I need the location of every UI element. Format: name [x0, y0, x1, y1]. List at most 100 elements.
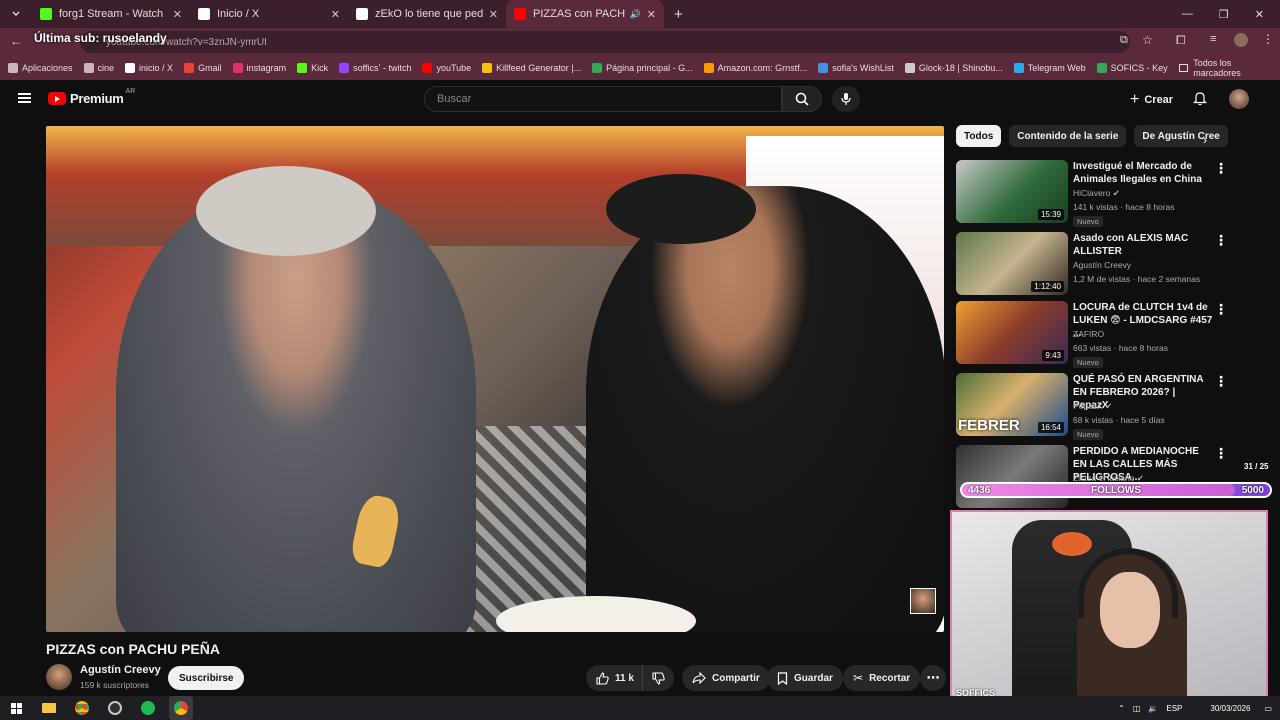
subscribe-button[interactable]: Suscribirse [168, 666, 245, 690]
bookmark-item[interactable]: Gmail [184, 63, 222, 73]
recommendation-title[interactable]: Asado con ALEXIS MAC ALLISTER [1073, 232, 1213, 258]
bookmark-item[interactable]: Aplicaciones [8, 63, 73, 73]
bookmark-item[interactable]: youTube [422, 63, 471, 73]
bookmark-item[interactable]: SOFICS - Key [1096, 63, 1168, 73]
network-icon[interactable]: ◫ [1133, 704, 1141, 713]
tab-close-icon[interactable]: ✕ [647, 8, 656, 21]
close-window-icon[interactable]: ✕ [1255, 8, 1264, 21]
voice-search-button[interactable] [832, 86, 860, 112]
minimize-icon[interactable]: — [1182, 8, 1193, 21]
extensions-icon[interactable]: ⧠ [1176, 33, 1186, 48]
bookmark-item[interactable]: Amazon.com: Grnstf... [703, 63, 807, 73]
tab-close-icon[interactable]: ✕ [489, 8, 498, 21]
filter-chip[interactable]: Contenido de la serie [1009, 125, 1127, 147]
video-thumbnail[interactable]: 9:43 [956, 301, 1068, 364]
browser-tab[interactable]: PIZZAS con PACHU PEÑA 🔊 ✕ [506, 0, 664, 28]
language-indicator[interactable]: ESP [1166, 704, 1182, 713]
more-options-icon[interactable]: ⋮ [1214, 160, 1228, 177]
bookmark-star-icon[interactable]: ☆ [1142, 33, 1153, 47]
notifications-icon[interactable]: ▭ [1264, 704, 1272, 713]
video-thumbnail[interactable]: 1:12:40 [956, 232, 1068, 295]
tray-chevron-icon[interactable]: ⌃ [1118, 704, 1125, 713]
clock-date[interactable]: 30/03/2026 [1210, 704, 1250, 713]
dislike-button[interactable] [642, 665, 674, 691]
create-button[interactable]: + Crear [1130, 91, 1173, 109]
new-tab-button[interactable]: + [674, 6, 683, 23]
hamburger-menu-icon[interactable] [18, 93, 31, 103]
bookmark-label: Gmail [198, 63, 222, 73]
browser-tab[interactable]: forg1 Stream - Watch Live on K ✕ [32, 0, 190, 28]
bookmark-label: SOFICS - Key [1110, 63, 1168, 73]
recommendation-channel: HiClavero ✔ [1073, 188, 1120, 199]
more-options-icon[interactable]: ⋮ [1214, 301, 1228, 318]
chrome-icon[interactable] [70, 696, 94, 720]
more-options-icon[interactable]: ⋮ [1214, 232, 1228, 249]
video-thumbnail[interactable] [956, 445, 1068, 508]
save-bookmark-icon [777, 671, 788, 685]
bookmark-item[interactable]: Kick [297, 63, 328, 73]
tab-audio-icon[interactable]: 🔊 [630, 9, 641, 20]
back-icon[interactable]: ← [10, 34, 22, 48]
scissors-icon: ✂ [853, 671, 864, 685]
browser-tab[interactable]: Inicio / X ✕ [190, 0, 348, 28]
more-actions-button[interactable]: ⋯ [920, 665, 946, 691]
tab-close-icon[interactable]: ✕ [173, 8, 182, 21]
bookmark-item[interactable]: instagram [232, 63, 287, 73]
chair-logo [1052, 532, 1092, 556]
tab-close-icon[interactable]: ✕ [331, 8, 340, 21]
clip-button[interactable]: ✂ Recortar [843, 665, 921, 691]
recommendation-title[interactable]: Investigué el Mercado de Animales Ilegal… [1073, 160, 1213, 186]
install-app-icon[interactable]: ⧉ [1120, 34, 1128, 47]
bookmark-item[interactable]: Página principal - G... [592, 63, 693, 73]
bookmark-item[interactable]: Glock-18 | Shinobu... [904, 63, 1003, 73]
bookmark-item[interactable]: Telegram Web [1013, 63, 1086, 73]
youtube-logo[interactable]: Premium AR [48, 88, 135, 106]
channel-label: HiClavero [1073, 188, 1111, 198]
bookmark-item[interactable]: Killfeed Generator |... [482, 63, 581, 73]
recommendation-item[interactable]: 15:39 Investigué el Mercado de Animales I… [956, 160, 1266, 227]
menu-dots-icon[interactable]: ⋮ [1262, 32, 1274, 46]
recommendation-item[interactable]: PERDIDO A MEDIANOCHE EN LAS CALLES MÁS P… [956, 445, 1266, 509]
address-bar[interactable]: youtube.com/watch?v=3znJN-ymrUI [80, 31, 1130, 53]
channel-avatar[interactable] [46, 664, 72, 690]
video-thumbnail[interactable]: 15:39 [956, 160, 1068, 223]
recommendation-item[interactable]: 9:43 LOCURA de CLUTCH 1v4 de LUKEN 😨 - LM… [956, 301, 1266, 368]
channel-name[interactable]: Agustín Creevy [80, 664, 161, 676]
restore-icon[interactable]: ❐ [1219, 8, 1229, 21]
save-button[interactable]: Guardar [767, 665, 843, 691]
search-input[interactable]: Buscar [424, 86, 782, 112]
bookmark-label: instagram [246, 63, 287, 73]
filter-chip[interactable]: Todos [956, 125, 1002, 147]
spotify-icon[interactable] [136, 696, 160, 720]
windows-start-icon[interactable] [4, 696, 28, 720]
bookmark-item[interactable]: cine [83, 63, 115, 73]
all-bookmarks-folder[interactable]: Todos los marcadores [1178, 58, 1268, 78]
more-options-icon[interactable]: ⋮ [1214, 373, 1228, 390]
recommendation-item[interactable]: FEBRER 16:54 QUÉ PASÓ EN ARGENTINA EN FEBR… [956, 373, 1266, 440]
video-thumbnail[interactable]: FEBRER 16:54 [956, 373, 1068, 436]
more-options-icon[interactable]: ⋮ [1214, 445, 1228, 462]
file-explorer-icon[interactable] [37, 696, 61, 720]
like-button[interactable]: 11 k [586, 665, 642, 691]
obs-icon[interactable] [103, 696, 127, 720]
share-button[interactable]: Compartir [682, 665, 770, 691]
media-control-icon[interactable]: ≡ [1210, 33, 1216, 45]
profile-icon[interactable] [1234, 33, 1248, 47]
bookmark-item[interactable]: sofficsʼ - twitch [339, 63, 411, 73]
video-player[interactable] [46, 126, 944, 632]
bookmark-item[interactable]: sofia's WishList [818, 63, 894, 73]
chrome-profile-icon[interactable] [169, 696, 193, 720]
browser-tab[interactable]: zEkO lo tiene que pedir URGEN ✕ [348, 0, 506, 28]
bookmark-label: cine [97, 63, 115, 73]
search-button[interactable] [782, 86, 822, 112]
thumbs-up-icon [596, 671, 609, 685]
channel-watermark[interactable] [910, 588, 936, 614]
account-avatar[interactable] [1229, 89, 1249, 109]
chips-next-icon[interactable]: › [1203, 133, 1207, 147]
filter-chip[interactable]: De Agustín Cree [1134, 125, 1228, 147]
bookmark-item[interactable]: inicio / X [125, 63, 173, 73]
tab-search-icon[interactable] [4, 2, 28, 26]
notifications-bell-icon[interactable] [1193, 91, 1207, 106]
recommendation-item[interactable]: 1:12:40 Asado con ALEXIS MAC ALLISTER Agus… [956, 232, 1266, 296]
volume-icon[interactable]: 🔉 [1148, 704, 1158, 713]
